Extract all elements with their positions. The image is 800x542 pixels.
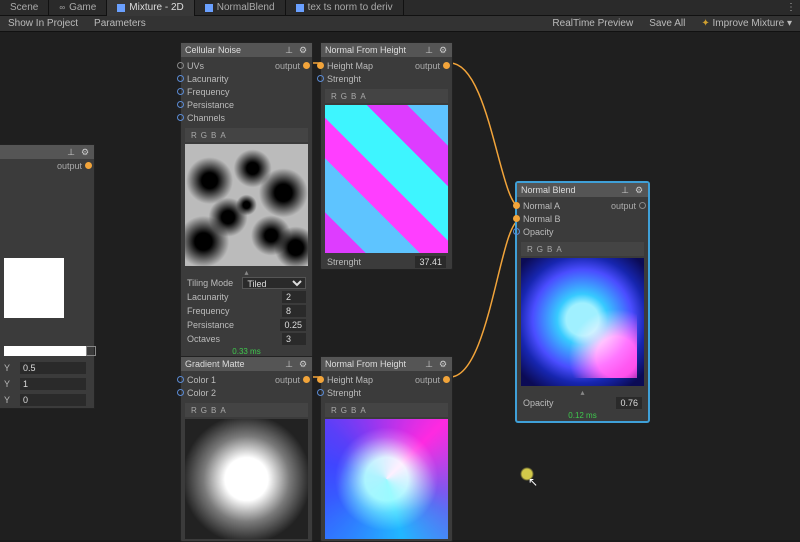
node-cellular-noise[interactable]: Cellular Noise⊥⚙ UVsoutput Lacunarity Fr… xyxy=(180,42,313,358)
octaves-field[interactable]: 3 xyxy=(282,333,306,345)
gear-icon[interactable]: ⚙ xyxy=(438,359,448,369)
gear-icon[interactable]: ⚙ xyxy=(80,147,90,157)
rgba-toggle[interactable]: RGBA xyxy=(325,89,448,103)
show-in-project-button[interactable]: Show In Project xyxy=(0,16,86,31)
strength-field[interactable]: 37.41 xyxy=(415,256,446,268)
improve-mixture-button[interactable]: ✦ Improve Mixture ▾ xyxy=(693,16,800,31)
lacunarity-field[interactable]: 2 xyxy=(282,291,306,303)
color-bar[interactable] xyxy=(4,346,86,356)
persistance-field[interactable]: 0.25 xyxy=(280,319,306,331)
rgba-toggle[interactable]: RGBA xyxy=(185,403,308,417)
gear-icon[interactable]: ⚙ xyxy=(438,45,448,55)
y-field-0[interactable]: 0.5 xyxy=(20,362,86,374)
chevron-up-icon[interactable]: ▴ xyxy=(517,388,648,396)
preview-gradient xyxy=(185,419,308,539)
pin-icon[interactable]: ⊥ xyxy=(424,45,434,55)
pin-icon[interactable]: ⊥ xyxy=(66,147,76,157)
tiling-mode-select[interactable]: Tiled xyxy=(242,277,306,289)
tab-scene[interactable]: Scene xyxy=(0,0,49,16)
tab-game[interactable]: ∞Game xyxy=(49,0,107,16)
parameters-button[interactable]: Parameters xyxy=(86,16,154,31)
gear-icon[interactable]: ⚙ xyxy=(298,45,308,55)
node-normal-blend[interactable]: Normal Blend⊥⚙ Normal Aoutput Normal B O… xyxy=(516,182,649,422)
rgba-toggle[interactable]: RGBA xyxy=(185,128,308,142)
node-gradient-matte[interactable]: Gradient Matte⊥⚙ Color 1output Color 2 R… xyxy=(180,356,313,542)
toolbar: Show In Project Parameters RealTime Prev… xyxy=(0,16,800,32)
rgba-toggle[interactable]: RGBA xyxy=(521,242,644,256)
save-all-button[interactable]: Save All xyxy=(641,16,693,31)
gear-icon[interactable]: ⚙ xyxy=(298,359,308,369)
tab-mixture-2d[interactable]: Mixture - 2D xyxy=(107,0,194,16)
node-normal-from-height-2[interactable]: Normal From Height⊥⚙ Height Mapoutput St… xyxy=(320,356,453,542)
pin-icon[interactable]: ⊥ xyxy=(424,359,434,369)
preview-nfh1 xyxy=(325,105,448,253)
realtime-preview-button[interactable]: RealTime Preview xyxy=(544,16,641,31)
tab-tex-norm-deriv[interactable]: tex ts norm to deriv xyxy=(286,0,404,16)
pin-icon[interactable]: ⊥ xyxy=(620,185,630,195)
tab-bar: Scene ∞Game Mixture - 2D NormalBlend tex… xyxy=(0,0,800,16)
opacity-field[interactable]: 0.76 xyxy=(616,397,642,409)
tab-normalblend[interactable]: NormalBlend xyxy=(195,0,286,16)
gear-icon[interactable]: ⚙ xyxy=(634,185,644,195)
graph-canvas[interactable]: ⊥ ⚙ output Y0.5 Y1 Y0 Cellular Noise⊥⚙ U… xyxy=(0,32,800,540)
kebab-menu-icon[interactable]: ⋮ xyxy=(782,2,800,13)
pin-icon[interactable]: ⊥ xyxy=(284,45,294,55)
y-field-2[interactable]: 0 xyxy=(20,394,86,406)
y-field-1[interactable]: 1 xyxy=(20,378,86,390)
chevron-up-icon[interactable]: ▴ xyxy=(181,268,312,276)
preview-nfh2 xyxy=(325,419,448,539)
rgba-toggle[interactable]: RGBA xyxy=(325,403,448,417)
preview-blend xyxy=(521,258,644,386)
node-normal-from-height-1[interactable]: Normal From Height⊥⚙ Height Mapoutput St… xyxy=(320,42,453,270)
output-node-partial[interactable]: ⊥ ⚙ output Y0.5 Y1 Y0 xyxy=(0,144,95,409)
timing-label: 0.12 ms xyxy=(517,410,648,421)
frequency-field[interactable]: 8 xyxy=(282,305,306,317)
preview-cellular xyxy=(185,144,308,266)
cursor-arrow-icon: ↖ xyxy=(528,475,538,489)
color-swatch-white[interactable] xyxy=(4,258,64,318)
pin-icon[interactable]: ⊥ xyxy=(284,359,294,369)
